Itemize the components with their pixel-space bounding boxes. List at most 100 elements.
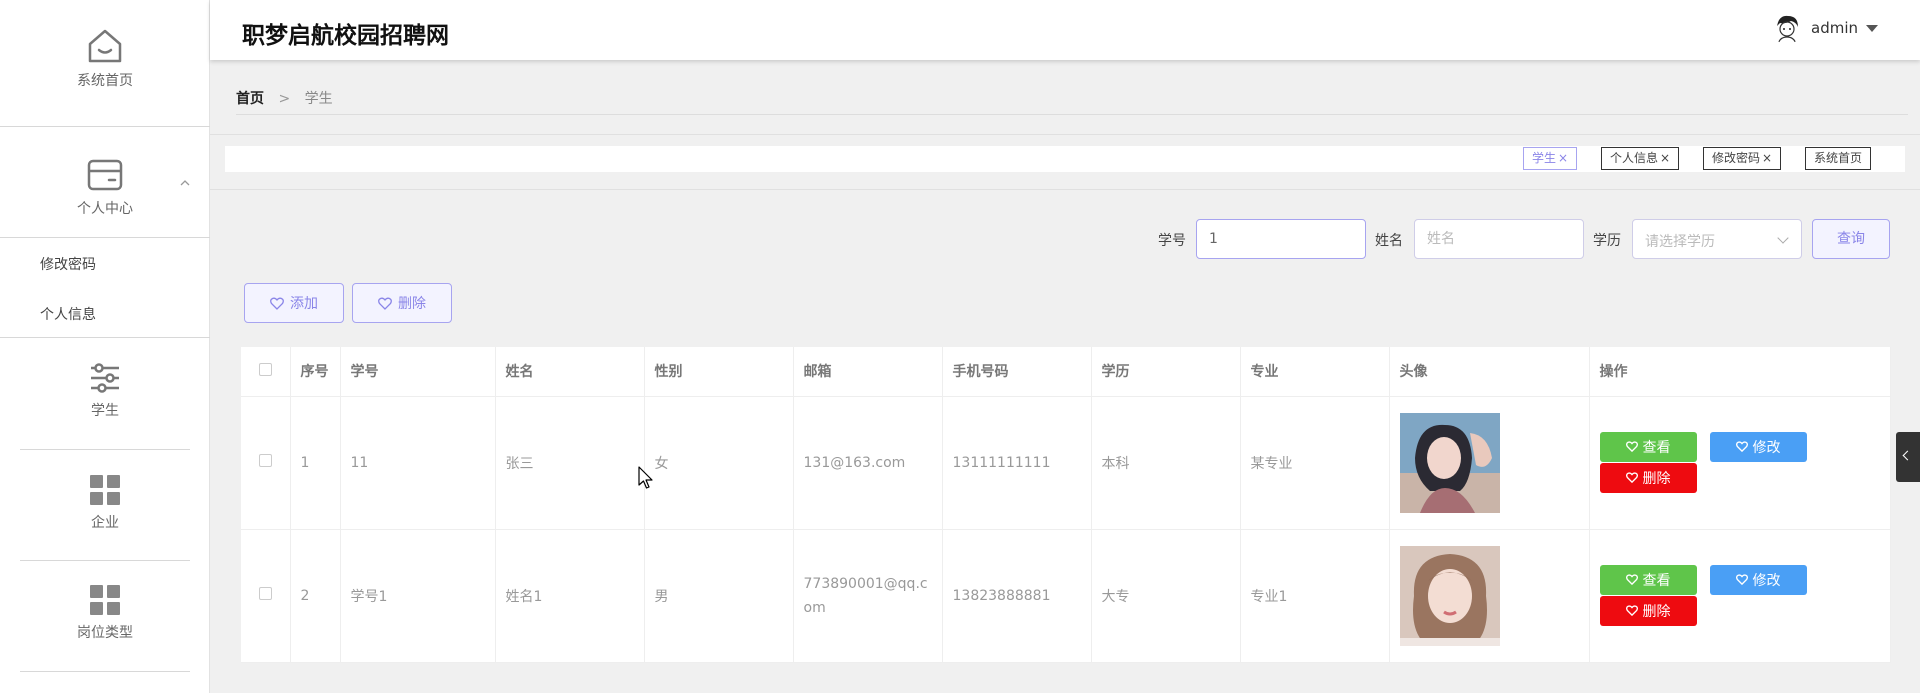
sidebar-subitem-change-password[interactable]: 修改密码	[40, 254, 96, 274]
column-header: 学历	[1091, 347, 1241, 397]
sidebar-item-job-type[interactable]: 岗位类型	[0, 584, 210, 642]
table-header-row: 序号 学号 姓名 性别 邮箱 手机号码 学历 专业 头像 操作	[241, 347, 1891, 397]
cell-email: 131@163.com	[793, 396, 943, 530]
row-delete-button[interactable]: 删除	[1599, 462, 1697, 493]
heart-icon	[1625, 472, 1638, 483]
tag-personal-info[interactable]: 个人信息 ×	[1601, 147, 1680, 170]
edit-button[interactable]: 修改	[1709, 564, 1807, 595]
cell-operations: 查看 修改 删除	[1589, 529, 1891, 663]
cell-name: 姓名1	[495, 529, 645, 663]
mouse-cursor-icon	[638, 466, 653, 489]
delete-button[interactable]: 删除	[352, 283, 452, 323]
column-header: 邮箱	[793, 347, 943, 397]
chevron-up-icon	[180, 180, 190, 186]
divider	[210, 134, 1920, 135]
column-header: 专业	[1240, 347, 1390, 397]
column-header: 手机号码	[942, 347, 1092, 397]
edit-label: 修改	[1752, 439, 1781, 456]
sidebar-item-label: 企业	[91, 515, 119, 531]
chevron-down-icon	[1777, 232, 1789, 244]
education-select[interactable]: 请选择学历	[1632, 219, 1802, 259]
sidebar-item-students[interactable]: 学生	[0, 362, 210, 420]
divider	[0, 337, 210, 338]
row-select-cell	[241, 396, 291, 530]
breadcrumb: 首页 > 学生	[236, 88, 333, 108]
tag-system-home[interactable]: 系统首页	[1805, 147, 1872, 170]
cell-operations: 查看 修改 删除	[1589, 396, 1891, 530]
cell-name: 张三	[495, 396, 645, 530]
add-label: 添加	[290, 296, 318, 312]
student-no-input[interactable]	[1196, 219, 1366, 259]
sidebar-item-label: 系统首页	[77, 73, 133, 89]
table-row: 2 学号1 姓名1 男 773890001@qq.com 13823888881…	[241, 529, 1891, 663]
heart-icon	[270, 297, 284, 310]
breadcrumb-current: 学生	[304, 91, 333, 107]
card-icon	[87, 159, 123, 191]
user-menu[interactable]: admin	[1771, 12, 1878, 44]
add-button[interactable]: 添加	[244, 283, 344, 323]
sidebar-item-label: 岗位类型	[77, 625, 133, 641]
column-header: 学号	[340, 347, 496, 397]
sidebar: 系统首页 个人中心 修改密码 个人信息 学生 企业 岗位类型	[0, 0, 210, 693]
name-input[interactable]	[1414, 219, 1584, 259]
sidebar-subitem-personal-info[interactable]: 个人信息	[40, 304, 96, 324]
row-checkbox[interactable]	[258, 587, 272, 600]
education-label: 学历	[1593, 233, 1621, 249]
cell-education: 大专	[1091, 529, 1241, 663]
row-delete-button[interactable]: 删除	[1599, 595, 1697, 626]
avatar-photo	[1399, 545, 1500, 646]
site-title: 职梦启航校园招聘网	[242, 23, 449, 49]
divider	[0, 237, 210, 238]
name-label: 姓名	[1375, 233, 1403, 249]
query-button[interactable]: 查询	[1812, 219, 1890, 259]
heart-icon	[1625, 574, 1638, 585]
cell-avatar	[1389, 529, 1590, 663]
cell-index: 1	[290, 396, 341, 530]
cell-major: 专业1	[1240, 529, 1390, 663]
cell-student-no: 学号1	[340, 529, 496, 663]
table-row: 1 11 张三 女 131@163.com 13111111111 本科 某专业	[241, 396, 1891, 530]
column-header: 姓名	[495, 347, 645, 397]
sidebar-item-label: 学生	[91, 403, 119, 419]
avatar	[1771, 12, 1803, 44]
breadcrumb-separator: >	[278, 91, 291, 107]
edit-button[interactable]: 修改	[1709, 431, 1807, 462]
student-no-label: 学号	[1158, 233, 1186, 249]
row-checkbox[interactable]	[258, 454, 272, 467]
sidebar-item-company[interactable]: 企业	[0, 474, 210, 532]
tag-label: 学生	[1532, 151, 1557, 165]
select-all-checkbox[interactable]	[258, 362, 272, 376]
sliders-icon	[91, 363, 119, 393]
heart-icon	[1735, 441, 1748, 452]
tag-change-password[interactable]: 修改密码 ×	[1703, 147, 1782, 170]
edit-label: 修改	[1752, 572, 1781, 589]
close-icon[interactable]: ×	[1660, 151, 1670, 165]
chevron-left-icon	[1902, 450, 1913, 461]
tag-label: 系统首页	[1814, 151, 1863, 165]
divider	[0, 126, 210, 127]
top-header: 职梦启航校园招聘网 admin	[210, 0, 1920, 60]
divider	[20, 449, 190, 450]
view-button[interactable]: 查看	[1599, 431, 1697, 462]
sidebar-item-personal-center[interactable]: 个人中心	[0, 158, 210, 218]
divider	[20, 671, 190, 672]
divider	[236, 114, 1908, 115]
tag-students[interactable]: 学生 ×	[1523, 147, 1578, 170]
divider	[210, 189, 1920, 190]
sidebar-item-home[interactable]: 系统首页	[0, 28, 210, 90]
column-header: 性别	[644, 347, 794, 397]
view-label: 查看	[1642, 439, 1671, 456]
cell-education: 本科	[1091, 396, 1241, 530]
side-drawer-toggle[interactable]	[1896, 432, 1920, 482]
sidebar-item-label: 个人中心	[77, 201, 133, 217]
cell-avatar	[1389, 396, 1590, 530]
view-button[interactable]: 查看	[1599, 564, 1697, 595]
cell-gender: 女	[644, 396, 794, 530]
heart-icon	[1625, 605, 1638, 616]
breadcrumb-home[interactable]: 首页	[236, 91, 264, 107]
cell-phone: 13111111111	[942, 396, 1092, 530]
close-icon[interactable]: ×	[1558, 151, 1568, 165]
close-icon[interactable]: ×	[1762, 151, 1772, 165]
tag-label: 个人信息	[1610, 151, 1659, 165]
column-header: 操作	[1589, 347, 1891, 397]
